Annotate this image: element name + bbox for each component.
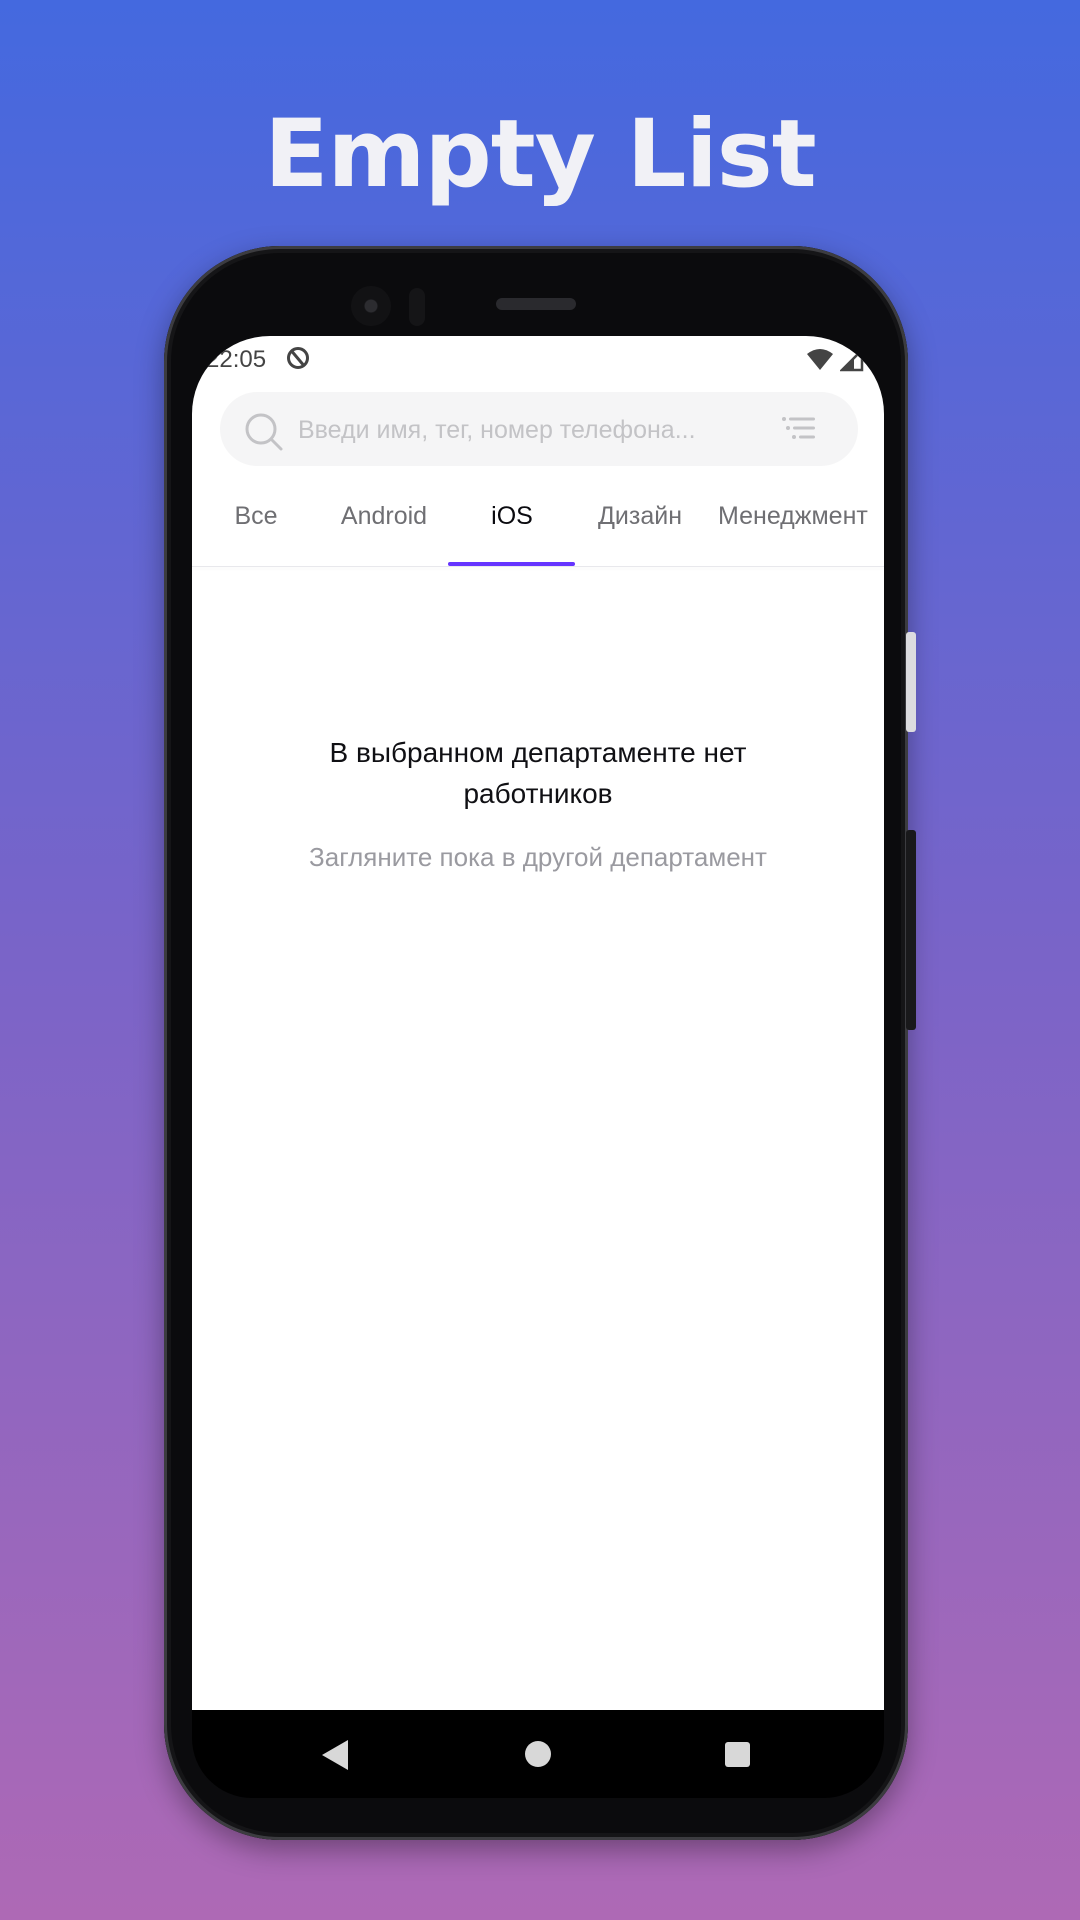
search-bar[interactable]: Введи имя, тег, номер телефона...	[220, 392, 858, 466]
department-tabs: Все Android iOS Дизайн Менеджмент	[192, 492, 884, 548]
cellular-signal-icon	[840, 348, 864, 372]
status-icons	[806, 346, 884, 374]
sort-filter-icon[interactable]	[781, 415, 817, 443]
home-icon[interactable]	[525, 1741, 551, 1767]
battery-icon	[872, 349, 884, 372]
power-button	[906, 632, 916, 732]
search-icon	[245, 413, 283, 451]
tab-design[interactable]: Дизайн	[576, 492, 704, 548]
volume-button	[906, 830, 916, 1030]
status-time: 22:05	[206, 346, 267, 373]
tabs-divider	[192, 566, 884, 567]
wifi-icon	[807, 349, 833, 370]
tab-management[interactable]: Менеджмент	[704, 492, 884, 548]
app-notification-icon	[287, 347, 309, 369]
back-icon[interactable]	[322, 1740, 348, 1770]
system-navigation-bar	[192, 1710, 884, 1798]
tab-ios[interactable]: iOS	[448, 492, 576, 548]
status-bar: 22:05	[192, 336, 884, 384]
earpiece-speaker	[496, 298, 576, 310]
empty-state-title: В выбранном департаменте нет работников	[329, 737, 747, 809]
tab-all[interactable]: Все	[192, 492, 320, 548]
promo-title: Empty List	[264, 100, 816, 209]
empty-state-subtitle: Загляните пока в другой департамент	[309, 842, 767, 872]
search-input[interactable]: Введи имя, тег, номер телефона...	[298, 414, 778, 446]
recents-icon[interactable]	[725, 1742, 750, 1767]
front-camera	[351, 286, 391, 326]
tab-android[interactable]: Android	[320, 492, 448, 548]
proximity-sensor	[409, 288, 425, 326]
app-screen: 22:05 Введи имя, тег, номер телефона...	[192, 336, 884, 1710]
